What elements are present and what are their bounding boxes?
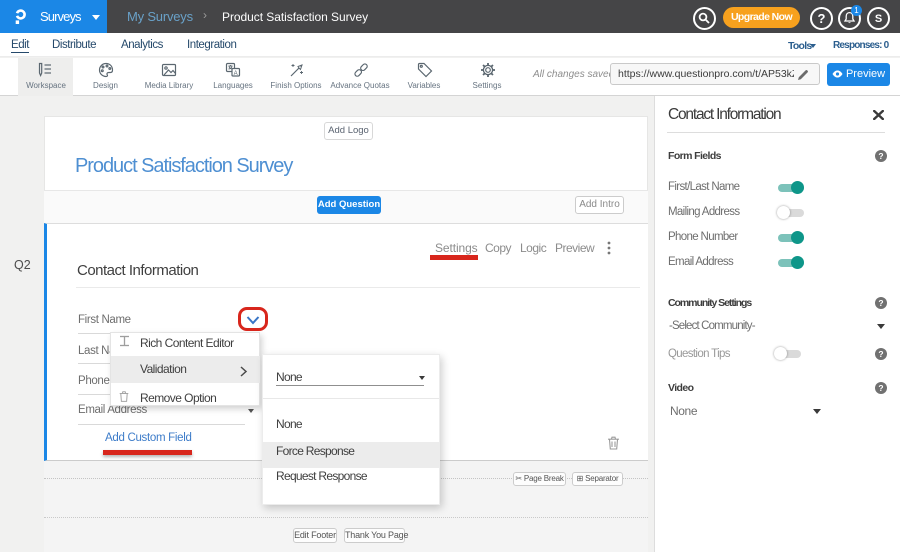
svg-text:A: A xyxy=(234,71,238,77)
